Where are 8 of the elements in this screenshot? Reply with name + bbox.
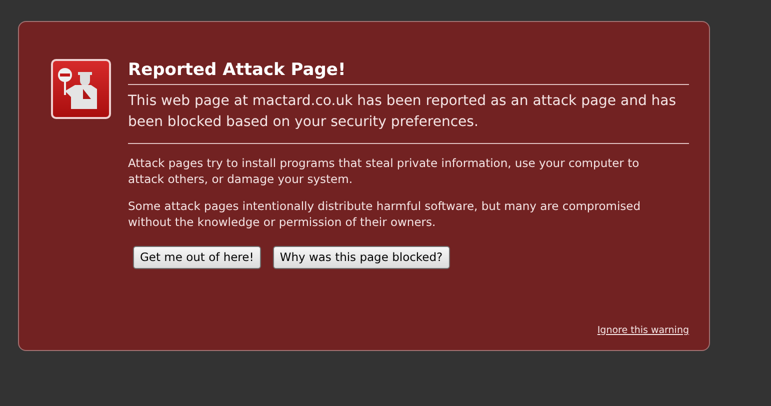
page-title: Reported Attack Page!: [128, 59, 689, 85]
action-button[interactable]: Get me out of here!: [133, 246, 261, 269]
ignore-warning-link[interactable]: Ignore this warning: [597, 324, 689, 338]
officer-icon: [51, 59, 111, 119]
info-paragraph: Some attack pages intentionally distribute harmful software, but many are compromised without the knowledge or permission of their owners.: [128, 198, 642, 230]
info-paragraph: Attack pages try to install programs that steal private information, use your computer to attack others, or damage your system.: [128, 155, 640, 187]
action-button[interactable]: Why was this page blocked?: [272, 246, 450, 269]
warning-message: This web page at mactard.co.uk has been reported as an attack page and has been blocked based on your security preferences.: [128, 91, 689, 144]
